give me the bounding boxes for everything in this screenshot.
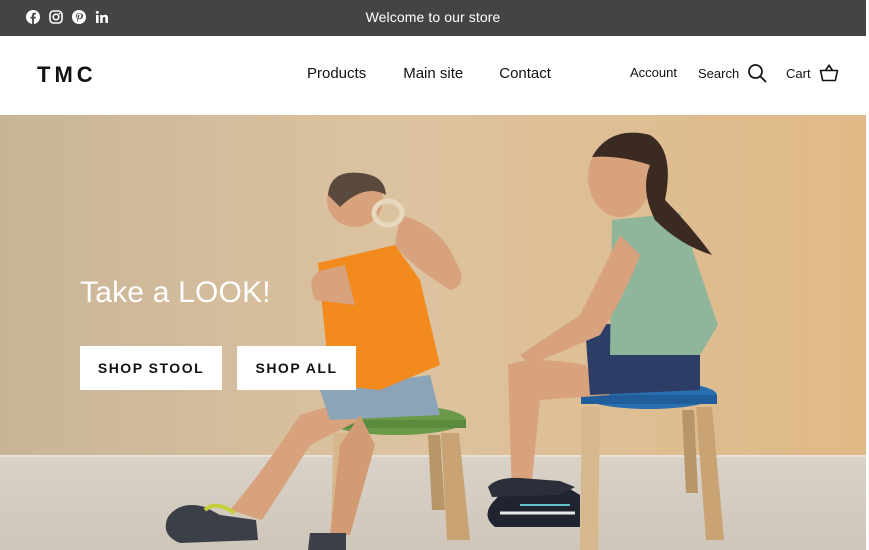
- nav-item-contact[interactable]: Contact: [499, 65, 551, 82]
- announcement-bar: Welcome to our store: [0, 0, 866, 36]
- account-link[interactable]: Account: [630, 65, 677, 80]
- shop-stool-button[interactable]: SHOP STOOL: [80, 346, 222, 390]
- search-icon: [748, 64, 767, 83]
- hero-banner: Take a LOOK! SHOP STOOL SHOP ALL: [0, 115, 866, 550]
- cart-label: Cart: [786, 65, 811, 81]
- shop-all-button[interactable]: SHOP ALL: [237, 346, 356, 390]
- site-header: TMC Products Main site Contact Account S…: [0, 36, 866, 115]
- cart-link[interactable]: Cart: [786, 63, 839, 83]
- nav-item-main-site[interactable]: Main site: [403, 65, 463, 82]
- hero-image: [0, 115, 866, 550]
- announcement-message: Welcome to our store: [365, 9, 501, 25]
- basket-icon: [819, 64, 838, 82]
- hero-title: Take a LOOK!: [80, 276, 271, 309]
- nav-item-products[interactable]: Products: [307, 65, 366, 82]
- search-link[interactable]: Search: [698, 63, 767, 83]
- search-label: Search: [698, 65, 740, 81]
- store-logo[interactable]: TMC: [37, 62, 97, 88]
- account-label: Account: [630, 65, 677, 80]
- main-nav: Products Main site Contact: [307, 65, 551, 82]
